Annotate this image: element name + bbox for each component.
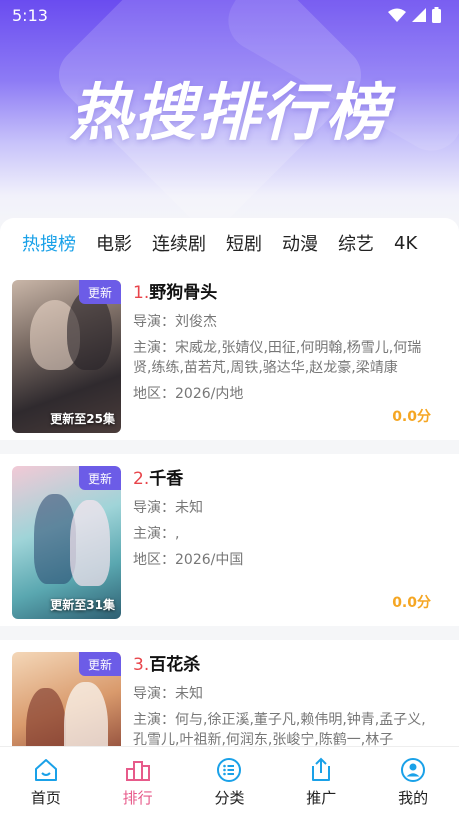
nav-ranking-label: 排行 xyxy=(122,789,153,807)
tab-4k[interactable]: 4K xyxy=(394,233,417,254)
region: 地区：2026/中国 xyxy=(133,552,244,568)
title-text: 野狗骨头 xyxy=(149,283,218,303)
score: 0.0分 xyxy=(392,409,431,425)
nav-profile-label: 我的 xyxy=(398,789,429,807)
page-title: 热搜排行榜 xyxy=(69,76,390,149)
tab-anime[interactable]: 动漫 xyxy=(282,230,318,256)
category-tabs: 热搜榜 电影 连续剧 短剧 动漫 综艺 4K xyxy=(0,218,459,268)
poster-figure xyxy=(26,688,66,746)
tab-short-drama[interactable]: 短剧 xyxy=(226,230,262,256)
item-info: 3.百花杀 导演：未知 主演：何与,徐正溪,董子凡,赖伟明,钟青,孟子义,孔雪儿… xyxy=(133,652,433,746)
profile-icon xyxy=(400,757,426,783)
header-banner: 5:13 热搜排行榜 xyxy=(0,0,459,230)
cast: 主演：, xyxy=(133,526,180,542)
poster-image[interactable]: 更新 更新至25集 xyxy=(12,280,121,433)
signal-icon xyxy=(412,8,426,22)
wifi-icon xyxy=(388,8,406,22)
update-badge: 更新 xyxy=(79,652,121,676)
poster-figure xyxy=(64,682,108,746)
status-time: 5:13 xyxy=(12,5,48,25)
bottom-navigation: 首页 排行 分类 推广 我的 xyxy=(0,746,459,816)
nav-ranking[interactable]: 排行 xyxy=(98,757,178,808)
battery-icon xyxy=(432,7,441,23)
list-item[interactable]: 更新 更新至31集 2.千香 导演：未知 主演：, 地区：2026/中国 0.0… xyxy=(0,454,459,626)
poster-image[interactable]: 更新 xyxy=(12,652,121,746)
tab-movie[interactable]: 电影 xyxy=(96,230,132,256)
episode-count: 更新至25集 xyxy=(50,412,115,426)
tab-variety[interactable]: 综艺 xyxy=(338,230,374,256)
poster-figure xyxy=(70,500,110,586)
nav-profile[interactable]: 我的 xyxy=(373,757,453,808)
item-title[interactable]: 2.千香 xyxy=(133,466,433,492)
tab-series[interactable]: 连续剧 xyxy=(152,230,206,256)
title-text: 千香 xyxy=(149,469,184,489)
director: 导演：未知 xyxy=(133,500,203,516)
status-bar: 5:13 xyxy=(0,0,459,30)
nav-home[interactable]: 首页 xyxy=(6,757,86,808)
rank-number: 1. xyxy=(133,283,150,303)
home-icon xyxy=(33,757,59,783)
nav-category-label: 分类 xyxy=(214,789,245,807)
nav-home-label: 首页 xyxy=(30,789,61,807)
region: 地区：2026/内地 xyxy=(133,386,244,402)
title-text: 百花杀 xyxy=(149,655,201,675)
item-title[interactable]: 3.百花杀 xyxy=(133,652,433,678)
cast: 主演：宋威龙,张婧仪,田征,何明翰,杨雪儿,何瑞贤,练练,苗若芃,周铁,骆达华,… xyxy=(133,340,422,376)
nav-category[interactable]: 分类 xyxy=(189,757,269,808)
ranking-list: 更新 更新至25集 1.野狗骨头 导演：刘俊杰 主演：宋威龙,张婧仪,田征,何明… xyxy=(0,268,459,746)
list-item[interactable]: 更新 3.百花杀 导演：未知 主演：何与,徐正溪,董子凡,赖伟明,钟青,孟子义,… xyxy=(0,640,459,746)
ranking-icon xyxy=(125,757,151,783)
status-icons xyxy=(388,7,441,23)
cast: 主演：何与,徐正溪,董子凡,赖伟明,钟青,孟子义,孔雪儿,叶祖新,何润东,张峻宁… xyxy=(133,712,426,746)
rank-number: 2. xyxy=(133,469,150,489)
category-icon xyxy=(216,757,242,783)
share-icon xyxy=(308,757,334,783)
item-title[interactable]: 1.野狗骨头 xyxy=(133,280,433,306)
episode-count: 更新至31集 xyxy=(50,598,115,612)
update-badge: 更新 xyxy=(79,466,121,490)
item-info: 1.野狗骨头 导演：刘俊杰 主演：宋威龙,张婧仪,田征,何明翰,杨雪儿,何瑞贤,… xyxy=(133,280,433,404)
director: 导演：未知 xyxy=(133,686,203,702)
tab-hot[interactable]: 热搜榜 xyxy=(22,230,76,256)
poster-image[interactable]: 更新 更新至31集 xyxy=(12,466,121,619)
director: 导演：刘俊杰 xyxy=(133,314,217,330)
rank-number: 3. xyxy=(133,655,150,675)
update-badge: 更新 xyxy=(79,280,121,304)
item-info: 2.千香 导演：未知 主演：, 地区：2026/中国 xyxy=(133,466,433,570)
nav-promote-label: 推广 xyxy=(306,789,337,807)
list-item[interactable]: 更新 更新至25集 1.野狗骨头 导演：刘俊杰 主演：宋威龙,张婧仪,田征,何明… xyxy=(0,268,459,440)
nav-promote[interactable]: 推广 xyxy=(281,757,361,808)
score: 0.0分 xyxy=(392,595,431,611)
